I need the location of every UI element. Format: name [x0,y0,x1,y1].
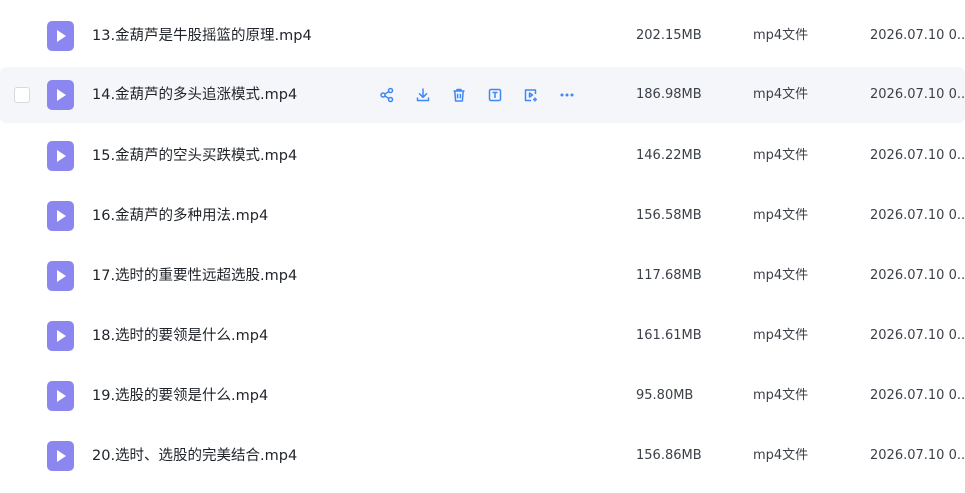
row-checkbox[interactable] [14,87,30,103]
file-row[interactable]: 16.金葫芦的多种用法.mp4 156.58MB mp4文件 2026.07.1… [0,188,965,244]
more-icon[interactable] [558,86,576,104]
file-date: 2026.07.10 0... [870,208,965,223]
video-file-icon [47,381,74,411]
file-row[interactable]: 20.选时、选股的完美结合.mp4 156.86MB mp4文件 2026.07… [0,428,965,484]
file-type: mp4文件 [753,208,809,223]
file-type: mp4文件 [753,388,809,403]
file-name[interactable]: 18.选时的要领是什么.mp4 [92,308,268,364]
video-file-icon [47,261,74,291]
file-row[interactable]: 17.选时的重要性远超选股.mp4 117.68MB mp4文件 2026.07… [0,248,965,304]
file-date: 2026.07.10 0... [870,268,965,283]
file-name[interactable]: 16.金葫芦的多种用法.mp4 [92,188,268,244]
file-date: 2026.07.10 0... [870,388,965,403]
video-file-icon [47,441,74,471]
delete-icon[interactable] [450,86,468,104]
file-date: 2026.07.10 0... [870,328,965,343]
file-row[interactable]: 18.选时的要领是什么.mp4 161.61MB mp4文件 2026.07.1… [0,308,965,364]
video-file-icon [47,321,74,351]
file-size: 186.98MB [636,87,702,102]
file-row-hovered[interactable]: 14.金葫芦的多头追涨模式.mp4 186.98MB mp4文件 2026.07 [0,67,965,123]
move-icon[interactable] [522,86,540,104]
file-name[interactable]: 15.金葫芦的空头买跌模式.mp4 [92,128,297,184]
file-size: 146.22MB [636,148,702,163]
file-type: mp4文件 [753,28,809,43]
video-file-icon [47,141,74,171]
download-icon[interactable] [414,86,432,104]
file-size: 95.80MB [636,388,694,403]
file-row[interactable]: 15.金葫芦的空头买跌模式.mp4 146.22MB mp4文件 2026.07… [0,128,965,184]
file-name[interactable]: 17.选时的重要性远超选股.mp4 [92,248,297,304]
file-type: mp4文件 [753,148,809,163]
rename-icon[interactable] [486,86,504,104]
row-actions [378,86,594,104]
file-name[interactable]: 19.选股的要领是什么.mp4 [92,368,268,424]
file-size: 161.61MB [636,328,702,343]
file-size: 156.86MB [636,448,702,463]
file-date: 2026.07.10 0... [870,87,965,102]
file-name[interactable]: 13.金葫芦是牛股摇篮的原理.mp4 [92,8,312,64]
file-size: 202.15MB [636,28,702,43]
file-size: 117.68MB [636,268,702,283]
file-date: 2026.07.10 0... [870,448,965,463]
file-name[interactable]: 14.金葫芦的多头追涨模式.mp4 [92,67,297,123]
file-date: 2026.07.10 0... [870,148,965,163]
file-type: mp4文件 [753,328,809,343]
file-date: 2026.07.10 0... [870,28,965,43]
file-row[interactable]: 13.金葫芦是牛股摇篮的原理.mp4 202.15MB mp4文件 2026.0… [0,8,965,64]
share-icon[interactable] [378,86,396,104]
file-row[interactable]: 19.选股的要领是什么.mp4 95.80MB mp4文件 2026.07.10… [0,368,965,424]
file-type: mp4文件 [753,87,809,102]
file-size: 156.58MB [636,208,702,223]
video-file-icon [47,80,74,110]
video-file-icon [47,21,74,51]
file-list: 13.金葫芦是牛股摇篮的原理.mp4 202.15MB mp4文件 2026.0… [0,0,965,493]
file-type: mp4文件 [753,268,809,283]
video-file-icon [47,201,74,231]
file-type: mp4文件 [753,448,809,463]
file-name[interactable]: 20.选时、选股的完美结合.mp4 [92,428,297,484]
